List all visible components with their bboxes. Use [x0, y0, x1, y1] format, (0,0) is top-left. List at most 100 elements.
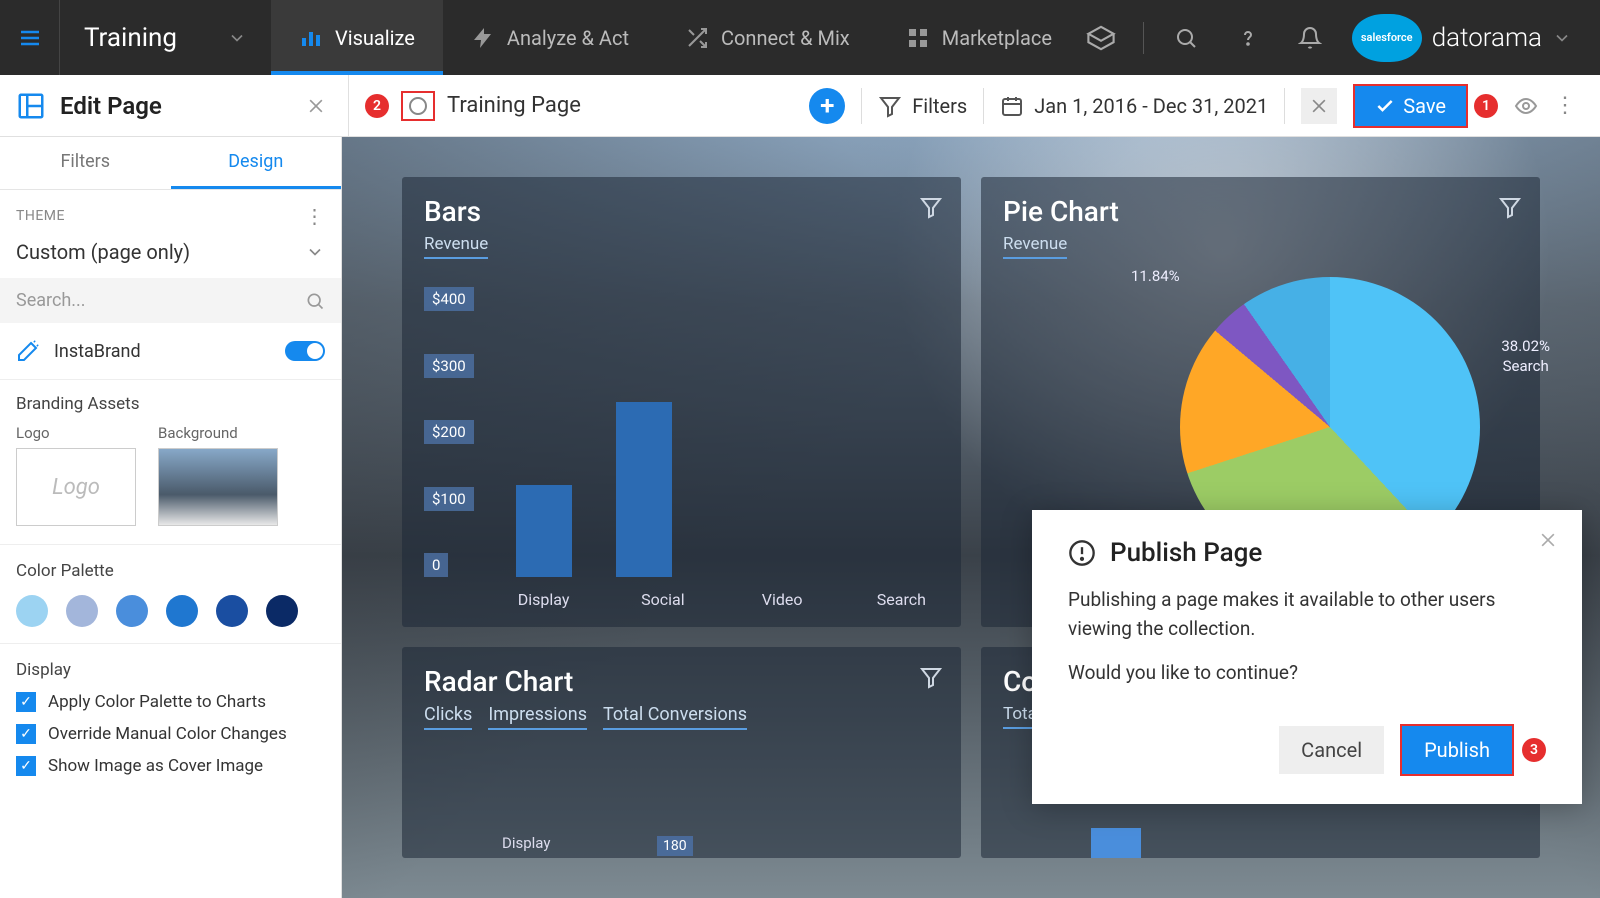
bar-display: [516, 485, 572, 577]
main-menu-button[interactable]: [0, 0, 60, 75]
widget-filter-button[interactable]: [919, 665, 943, 689]
tab-visualize[interactable]: Visualize: [271, 0, 443, 75]
color-swatch[interactable]: [266, 595, 298, 627]
design-panel: Filters Design THEME ⋮ Custom (page only…: [0, 137, 342, 898]
panel-tab-filters[interactable]: Filters: [0, 137, 171, 189]
more-options-button[interactable]: ⋮: [1554, 93, 1576, 118]
preview-button[interactable]: [1514, 94, 1538, 118]
bar-chart-icon: [299, 26, 323, 50]
color-palette-label: Color Palette: [16, 561, 325, 581]
instabrand-toggle[interactable]: [285, 341, 325, 361]
layout-icon: [16, 91, 46, 121]
page-name[interactable]: Training Page: [447, 93, 581, 118]
save-button[interactable]: Save: [1353, 84, 1468, 128]
widget-title: Pie Chart: [1003, 195, 1518, 228]
date-range-picker[interactable]: Jan 1, 2016 - Dec 31, 2021: [1000, 94, 1268, 118]
bar-chart: $400 $300 $200 $100 0 Display Social Vid…: [424, 287, 939, 609]
option-override-colors[interactable]: ✓Override Manual Color Changes: [16, 724, 325, 744]
y-tick: $300: [424, 354, 474, 378]
widget-metric[interactable]: Revenue: [424, 234, 488, 259]
publish-button[interactable]: Publish: [1400, 724, 1514, 776]
modal-close-button[interactable]: [1538, 530, 1558, 550]
tab-marketplace[interactable]: Marketplace: [878, 0, 1080, 75]
widget-title: Radar Chart: [424, 665, 939, 698]
publish-page-modal: Publish Page Publishing a page makes it …: [1032, 510, 1582, 804]
workspace-name: Training: [84, 23, 177, 53]
chevron-down-icon[interactable]: [1552, 28, 1572, 48]
widget-title: Bars: [424, 195, 939, 228]
grid-icon: [906, 26, 930, 50]
search-icon: [305, 291, 325, 311]
shuffle-icon: [685, 26, 709, 50]
chevron-down-icon: [227, 28, 247, 48]
dashboard-canvas: Bars Revenue $400 $300 $200 $100 0: [342, 137, 1600, 898]
conversions-bar: [1091, 828, 1141, 858]
modal-text: Would you like to continue?: [1068, 659, 1546, 688]
cancel-button[interactable]: Cancel: [1279, 726, 1384, 774]
help-button[interactable]: [1228, 18, 1268, 58]
color-swatch[interactable]: [116, 595, 148, 627]
x-label: Social: [625, 590, 700, 609]
y-tick: $400: [424, 287, 474, 311]
filters-button[interactable]: Filters: [878, 94, 967, 118]
widget-metric[interactable]: Revenue: [1003, 234, 1067, 259]
radar-axis-label: Display: [502, 834, 550, 852]
brand-text: datorama: [1432, 23, 1542, 53]
publish-status-button[interactable]: [401, 91, 435, 121]
color-swatch[interactable]: [66, 595, 98, 627]
panel-tab-design[interactable]: Design: [171, 137, 342, 189]
widget-metric[interactable]: Impressions: [488, 704, 587, 730]
top-nav: Training Visualize Analyze & Act Connect…: [0, 0, 1600, 75]
pie-slice-label: 38.02%Search: [1501, 337, 1550, 376]
pie-slice-label: 11.84%: [1131, 267, 1180, 287]
add-widget-button[interactable]: +: [809, 88, 845, 124]
checkbox-icon: ✓: [16, 724, 36, 744]
color-swatch[interactable]: [16, 595, 48, 627]
discard-button[interactable]: [1301, 88, 1337, 124]
widget-metric[interactable]: Total Conversions: [603, 704, 747, 730]
y-tick: 0: [424, 553, 448, 577]
cube-icon[interactable]: [1081, 18, 1121, 58]
chevron-down-icon: [305, 242, 325, 262]
branding-assets-label: Branding Assets: [16, 394, 325, 414]
workspace-selector[interactable]: Training: [60, 23, 271, 53]
color-swatches: [16, 595, 325, 627]
theme-section-label: THEME: [16, 208, 65, 224]
alert-icon: [1068, 539, 1096, 567]
checkbox-icon: ✓: [16, 756, 36, 776]
tab-connect[interactable]: Connect & Mix: [657, 0, 878, 75]
color-swatch[interactable]: [216, 595, 248, 627]
search-button[interactable]: [1166, 18, 1206, 58]
page-title: Edit Page: [60, 92, 162, 120]
color-swatch[interactable]: [166, 595, 198, 627]
y-tick: $200: [424, 420, 474, 444]
background-upload-slot[interactable]: [158, 448, 278, 526]
page-subheader: Edit Page 2 Training Page + Filters Jan …: [0, 75, 1600, 137]
theme-more-button[interactable]: ⋮: [305, 204, 326, 228]
checkbox-icon: ✓: [16, 692, 36, 712]
radar-tick: 180: [657, 836, 693, 856]
theme-dropdown[interactable]: Custom (page only): [0, 234, 341, 278]
callout-2: 2: [365, 94, 389, 118]
widget-filter-button[interactable]: [919, 195, 943, 219]
modal-text: Publishing a page makes it available to …: [1068, 586, 1546, 643]
notifications-button[interactable]: [1290, 18, 1330, 58]
salesforce-cloud-icon: salesforce: [1352, 14, 1422, 62]
option-apply-palette[interactable]: ✓Apply Color Palette to Charts: [16, 692, 325, 712]
logo-slot-label: Logo: [16, 424, 136, 442]
filter-icon: [878, 94, 902, 118]
widget-bars[interactable]: Bars Revenue $400 $300 $200 $100 0: [402, 177, 961, 627]
modal-title: Publish Page: [1110, 538, 1262, 568]
nav-tabs: Visualize Analyze & Act Connect & Mix Ma…: [271, 0, 1080, 75]
logo-upload-slot[interactable]: Logo: [16, 448, 136, 526]
widget-metric[interactable]: Clicks: [424, 704, 472, 730]
theme-search-input[interactable]: Search...: [0, 278, 341, 323]
close-edit-button[interactable]: [306, 96, 326, 116]
callout-1: 1: [1474, 94, 1498, 118]
widget-radar[interactable]: Radar Chart Clicks Impressions Total Con…: [402, 647, 961, 858]
circle-icon: [409, 97, 427, 115]
calendar-icon: [1000, 94, 1024, 118]
widget-filter-button[interactable]: [1498, 195, 1522, 219]
tab-analyze[interactable]: Analyze & Act: [443, 0, 657, 75]
option-cover-image[interactable]: ✓Show Image as Cover Image: [16, 756, 325, 776]
